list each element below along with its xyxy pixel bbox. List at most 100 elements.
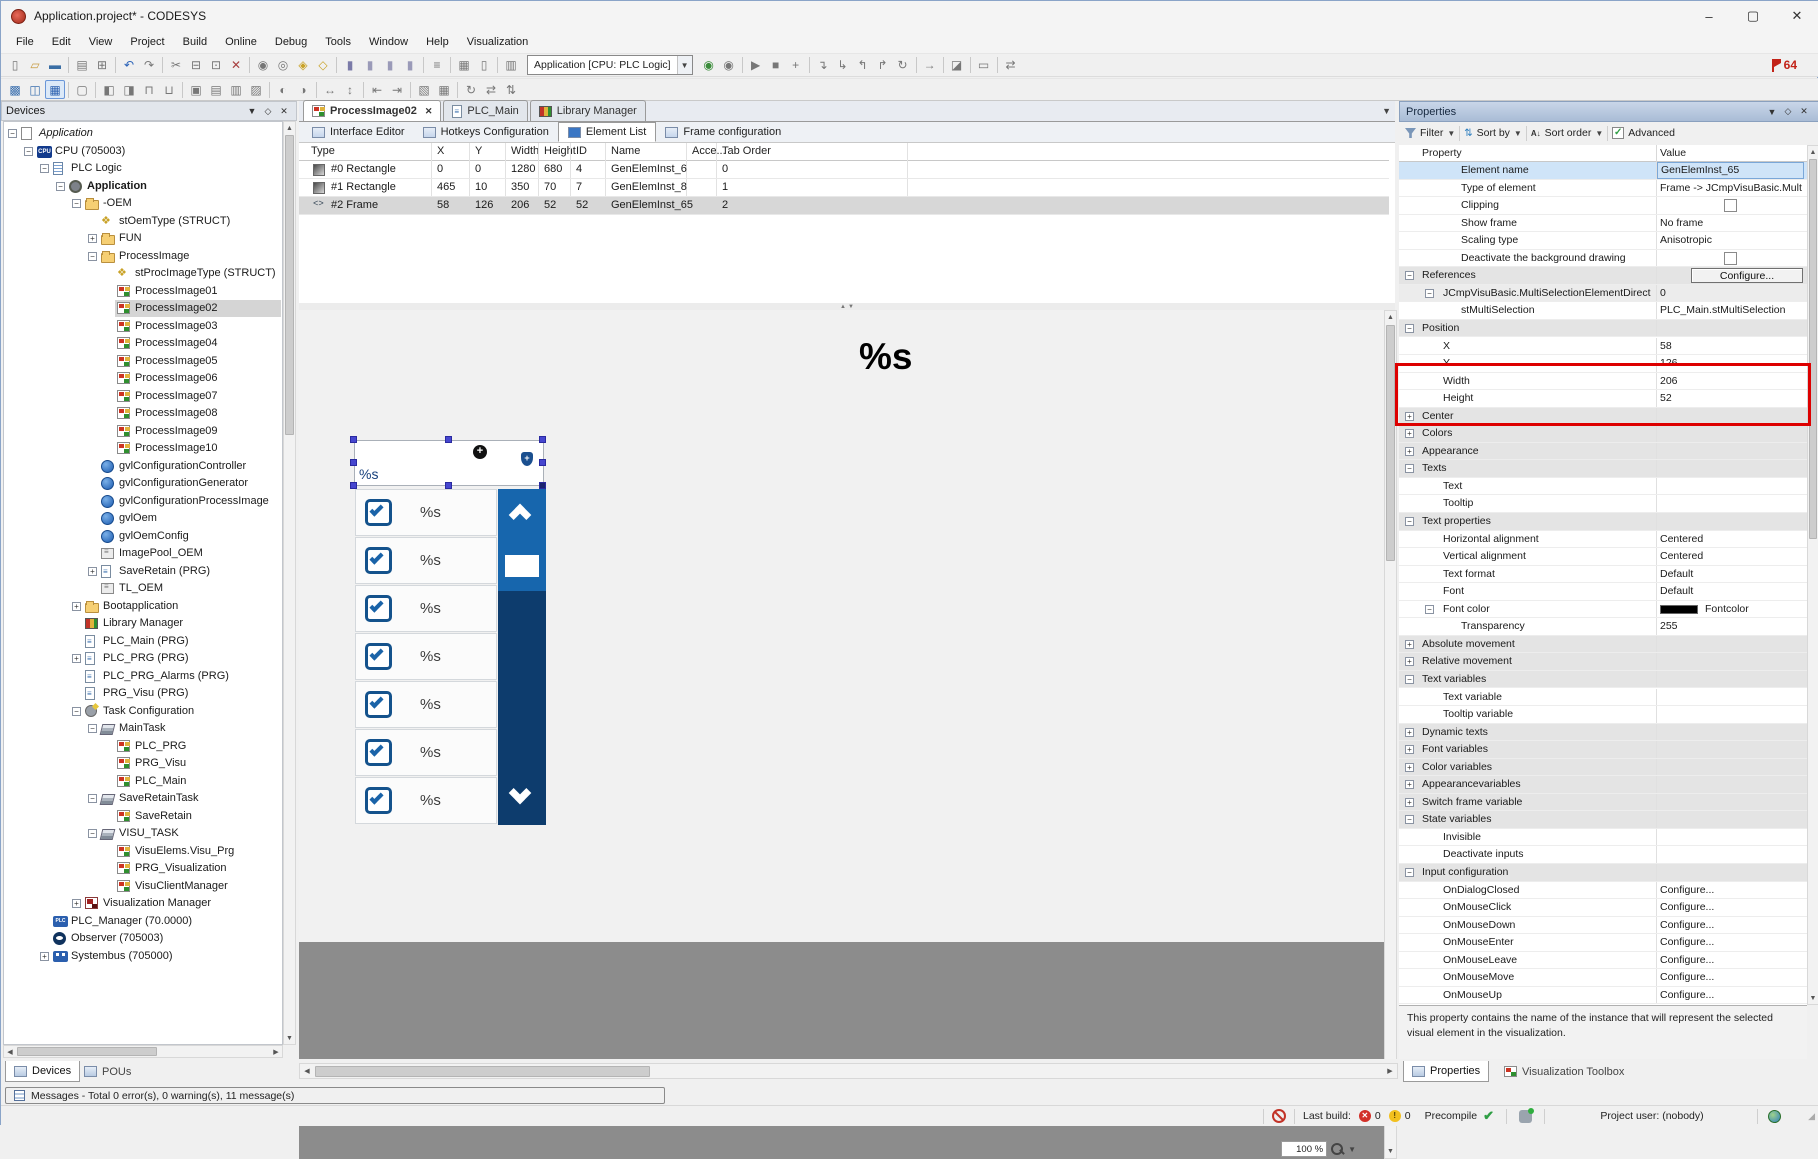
scroll-right-icon[interactable]: ▶ [270,1046,282,1057]
collapse-toggle[interactable]: − [8,129,17,138]
property-value[interactable]: Configure... [1660,919,1802,931]
make-same-height-icon[interactable]: ↕ [340,80,360,99]
zoom-level-field[interactable]: 100 % [1281,1141,1327,1157]
tree-item-library-manager[interactable]: Library Manager [4,615,282,632]
sort-order-dropdown[interactable]: Sort order [1545,127,1592,139]
property-row-state-variables[interactable]: −State variables [1399,811,1807,829]
multiselection-row[interactable]: %s [355,729,497,776]
selection-handle-anchor[interactable] [539,482,546,489]
property-row-text-properties[interactable]: −Text properties [1399,513,1807,531]
property-value[interactable]: No frame [1660,217,1802,229]
logout-icon[interactable]: ◉ [719,56,739,75]
tree-item-plc-main[interactable]: PLC_Main [4,773,282,790]
property-row-onmouseclick[interactable]: OnMouseClickConfigure... [1399,899,1807,917]
collapse-toggle[interactable]: − [1405,675,1414,684]
find-previous-icon[interactable]: ◇ [313,56,333,75]
move-anchor-icon[interactable]: + [473,445,487,459]
property-row-text-variables[interactable]: −Text variables [1399,671,1807,689]
property-value[interactable]: 255 [1660,620,1802,632]
expand-toggle[interactable]: + [40,952,49,961]
tree-item-gvlconfigurationgenerator[interactable]: gvlConfigurationGenerator [4,475,282,492]
property-value[interactable]: Default [1660,585,1802,597]
property-row-vertical-alignment[interactable]: Vertical alignmentCentered [1399,548,1807,566]
collapse-toggle[interactable]: − [1405,464,1414,473]
scrollbar-thumb[interactable] [17,1047,157,1056]
collapse-toggle[interactable]: − [88,829,97,838]
tree-item-processimage01[interactable]: ProcessImage01 [4,283,282,300]
distribute-horizontal-icon[interactable]: ⇤ [367,80,387,99]
menu-file[interactable]: File [7,31,43,53]
close-button[interactable]: ✕ [1775,2,1818,31]
forward-icon[interactable]: → [920,56,940,75]
collapse-toggle[interactable]: − [1405,868,1414,877]
scrollbar-thumb[interactable] [1809,159,1817,539]
align-bottom-icon[interactable]: ⊔ [159,80,179,99]
multiselection-row[interactable]: %s [355,537,497,584]
property-row-invisible[interactable]: Invisible [1399,829,1807,847]
pin-icon[interactable]: ◇ [260,104,276,118]
paste-icon[interactable]: ⊡ [206,56,226,75]
chevron-down-icon[interactable]: ▼ [1348,1145,1356,1154]
subtab-frame-configuration[interactable]: Frame configuration [656,122,790,142]
property-row-onmouseenter[interactable]: OnMouseEnterConfigure... [1399,934,1807,952]
expand-toggle[interactable]: + [1405,780,1414,789]
expand-toggle[interactable]: + [1405,640,1414,649]
filter-dropdown[interactable]: Filter [1420,127,1443,139]
property-row-onmouseleave[interactable]: OnMouseLeaveConfigure... [1399,952,1807,970]
tree-item-saveretain-prg[interactable]: +SaveRetain (PRG) [4,563,282,580]
property-row-dynamic-texts[interactable]: +Dynamic texts [1399,724,1807,742]
property-value[interactable]: PLC_Main.stMultiSelection [1660,304,1802,316]
background-settings-icon[interactable]: ▧ [414,80,434,99]
tree-item-processimage05[interactable]: ProcessImage05 [4,353,282,370]
property-row-colors[interactable]: +Colors [1399,425,1807,443]
menu-build[interactable]: Build [174,31,216,53]
tree-item-processimage07[interactable]: ProcessImage07 [4,388,282,405]
property-row-absolute-movement[interactable]: +Absolute movement [1399,636,1807,654]
property-value[interactable]: 0 [1660,287,1802,299]
display-mode-icon[interactable]: ◪ [947,56,967,75]
tab-visualization-toolbox[interactable]: Visualization Toolbox [1495,1061,1633,1082]
element-scroll-up-button[interactable] [498,489,546,537]
property-row-deactivate-inputs[interactable]: Deactivate inputs [1399,846,1807,864]
property-value[interactable]: 126 [1660,357,1802,369]
tree-item-processimage10[interactable]: ProcessImage10 [4,440,282,457]
property-row-jcmpvisubasic-multiselectionelementdirect[interactable]: −JCmpVisuBasic.MultiSelectionElementDire… [1399,285,1807,303]
element-scrollbar-track[interactable] [498,591,546,777]
chevron-down-icon[interactable]: ▼ [1595,129,1603,138]
property-row-transparency[interactable]: Transparency255 [1399,618,1807,636]
canvas-zoom-control[interactable]: 100 % ▼ [1281,1141,1356,1157]
property-row-clipping[interactable]: Clipping [1399,197,1807,215]
messages-status-tab[interactable]: Messages - Total 0 error(s), 0 warning(s… [5,1087,665,1104]
find-next-icon[interactable]: ◈ [293,56,313,75]
selection-handle[interactable] [539,459,546,466]
column-header-acce[interactable]: Acce... [692,143,726,160]
property-row-horizontal-alignment[interactable]: Horizontal alignmentCentered [1399,531,1807,549]
property-row-text-variable[interactable]: Text variable [1399,689,1807,707]
tree-item-processimage06[interactable]: ProcessImage06 [4,370,282,387]
tree-item-fun[interactable]: +FUN [4,230,282,247]
selection-handle[interactable] [350,482,357,489]
expand-toggle[interactable]: + [1405,763,1414,772]
property-row-element-name[interactable]: Element nameGenElemInst_65 [1399,162,1807,180]
property-row-onmousedown[interactable]: OnMouseDownConfigure... [1399,917,1807,935]
property-row-show-frame[interactable]: Show frameNo frame [1399,215,1807,233]
expand-toggle[interactable]: + [88,567,97,576]
visualization-canvas[interactable]: %s %s + + %s%s%s%s%s%s%s [299,310,1384,1159]
scroll-up-icon[interactable]: ▲ [1385,311,1396,324]
property-value[interactable]: Default [1660,568,1802,580]
tree-item-gvlconfigurationcontroller[interactable]: gvlConfigurationController [4,458,282,475]
element-scroll-down-button[interactable] [498,777,546,825]
step-over-icon[interactable]: ↴ [813,56,833,75]
sort-by-dropdown[interactable]: Sort by [1477,127,1510,139]
tree-item-plc-logic[interactable]: −PLC Logic [4,160,282,177]
chevron-down-icon[interactable]: ▼ [1514,129,1522,138]
selection-handle[interactable] [445,482,452,489]
expand-toggle[interactable]: + [1405,728,1414,737]
ungroup-icon[interactable]: ◑ [293,80,313,99]
property-value[interactable]: Centered [1660,533,1802,545]
tab-pous[interactable]: POUs [75,1061,140,1082]
run-to-line-icon[interactable]: ↱ [873,56,893,75]
column-header-id[interactable]: ID [576,143,587,160]
bookmark-toggle-icon[interactable]: ▮ [340,56,360,75]
rotate-icon[interactable]: ↻ [461,80,481,99]
